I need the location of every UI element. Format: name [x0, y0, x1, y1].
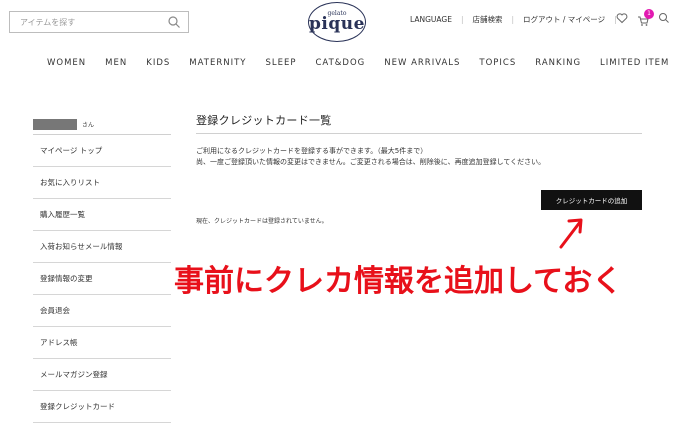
- user-name-suffix: さん: [82, 122, 95, 129]
- header-icons: 1: [616, 9, 670, 26]
- nav-cat-dog[interactable]: CAT&DOG: [316, 58, 366, 68]
- description-line-2: 尚、一度ご登録頂いた情報の変更はできません。ご変更される場合は、削除後に、再度追…: [196, 158, 546, 166]
- search-icon[interactable]: [658, 12, 670, 24]
- user-name-row: さん: [33, 117, 171, 135]
- mypage-sidebar: さん マイページ トップ お気に入りリスト 購入履歴一覧 入荷お知らせメール情報…: [33, 117, 171, 423]
- sidebar-item-restock-mail[interactable]: 入荷お知らせメール情報: [33, 231, 171, 263]
- nav-limited-item[interactable]: LIMITED ITEM: [600, 58, 669, 68]
- sidebar-item-favorites[interactable]: お気に入りリスト: [33, 167, 171, 199]
- nav-maternity[interactable]: MATERNITY: [189, 58, 246, 68]
- nav-kids[interactable]: KIDS: [146, 58, 170, 68]
- nav-men[interactable]: MEN: [105, 58, 127, 68]
- empty-card-message: 現在、クレジットカードは登録されていません。: [196, 218, 328, 225]
- brand-logo[interactable]: gelato pique: [308, 2, 366, 42]
- search-box[interactable]: [9, 11, 189, 33]
- cart-count-badge: 1: [644, 9, 654, 19]
- language-link[interactable]: LANGUAGE: [410, 15, 452, 24]
- sidebar-item-newsletter[interactable]: メールマガジン登録: [33, 359, 171, 391]
- nav-women[interactable]: WOMEN: [47, 58, 86, 68]
- description-line-1: ご利用になるクレジットカードを登録する事ができます。（最大5件まで）: [196, 147, 428, 155]
- store-search-link[interactable]: 店舗検索: [472, 14, 502, 25]
- cart-button[interactable]: 1: [637, 9, 654, 26]
- search-input[interactable]: [10, 12, 162, 32]
- search-icon[interactable]: [168, 16, 180, 28]
- sidebar-item-withdraw[interactable]: 会員退会: [33, 295, 171, 327]
- separator: |: [511, 15, 515, 24]
- page-title: 登録クレジットカード一覧: [196, 112, 642, 134]
- annotation-arrow-icon: [559, 218, 583, 249]
- sidebar-item-address-book[interactable]: アドレス帳: [33, 327, 171, 359]
- nav-sleep[interactable]: SLEEP: [266, 58, 297, 68]
- heart-icon[interactable]: [616, 12, 628, 24]
- redacted-user-name: [33, 119, 77, 130]
- annotation-text: 事前にクレカ情報を追加しておく: [174, 264, 623, 299]
- main-content: 登録クレジットカード一覧 ご利用になるクレジットカードを登録する事ができます。（…: [196, 112, 642, 225]
- logout-mypage-link[interactable]: ログアウト / マイページ: [523, 14, 605, 25]
- main-nav: WOMEN MEN KIDS MATERNITY SLEEP CAT&DOG N…: [47, 58, 680, 68]
- description: ご利用になるクレジットカードを登録する事ができます。（最大5件まで） 尚、一度ご…: [196, 146, 642, 168]
- sidebar-item-credit-cards[interactable]: 登録クレジットカード: [33, 391, 171, 423]
- sidebar-item-purchase-history[interactable]: 購入履歴一覧: [33, 199, 171, 231]
- separator: |: [460, 15, 464, 24]
- add-credit-card-button[interactable]: クレジットカードの追加: [541, 190, 642, 210]
- sidebar-item-mypage-top[interactable]: マイページ トップ: [33, 135, 171, 167]
- nav-topics[interactable]: TOPICS: [479, 58, 516, 68]
- header-links: LANGUAGE | 店舗検索 | ログアウト / マイページ |: [410, 14, 626, 25]
- sidebar-item-edit-profile[interactable]: 登録情報の変更: [33, 263, 171, 295]
- nav-ranking[interactable]: RANKING: [535, 58, 581, 68]
- nav-new-arrivals[interactable]: NEW ARRIVALS: [384, 58, 460, 68]
- logo-main-text: pique: [309, 14, 365, 34]
